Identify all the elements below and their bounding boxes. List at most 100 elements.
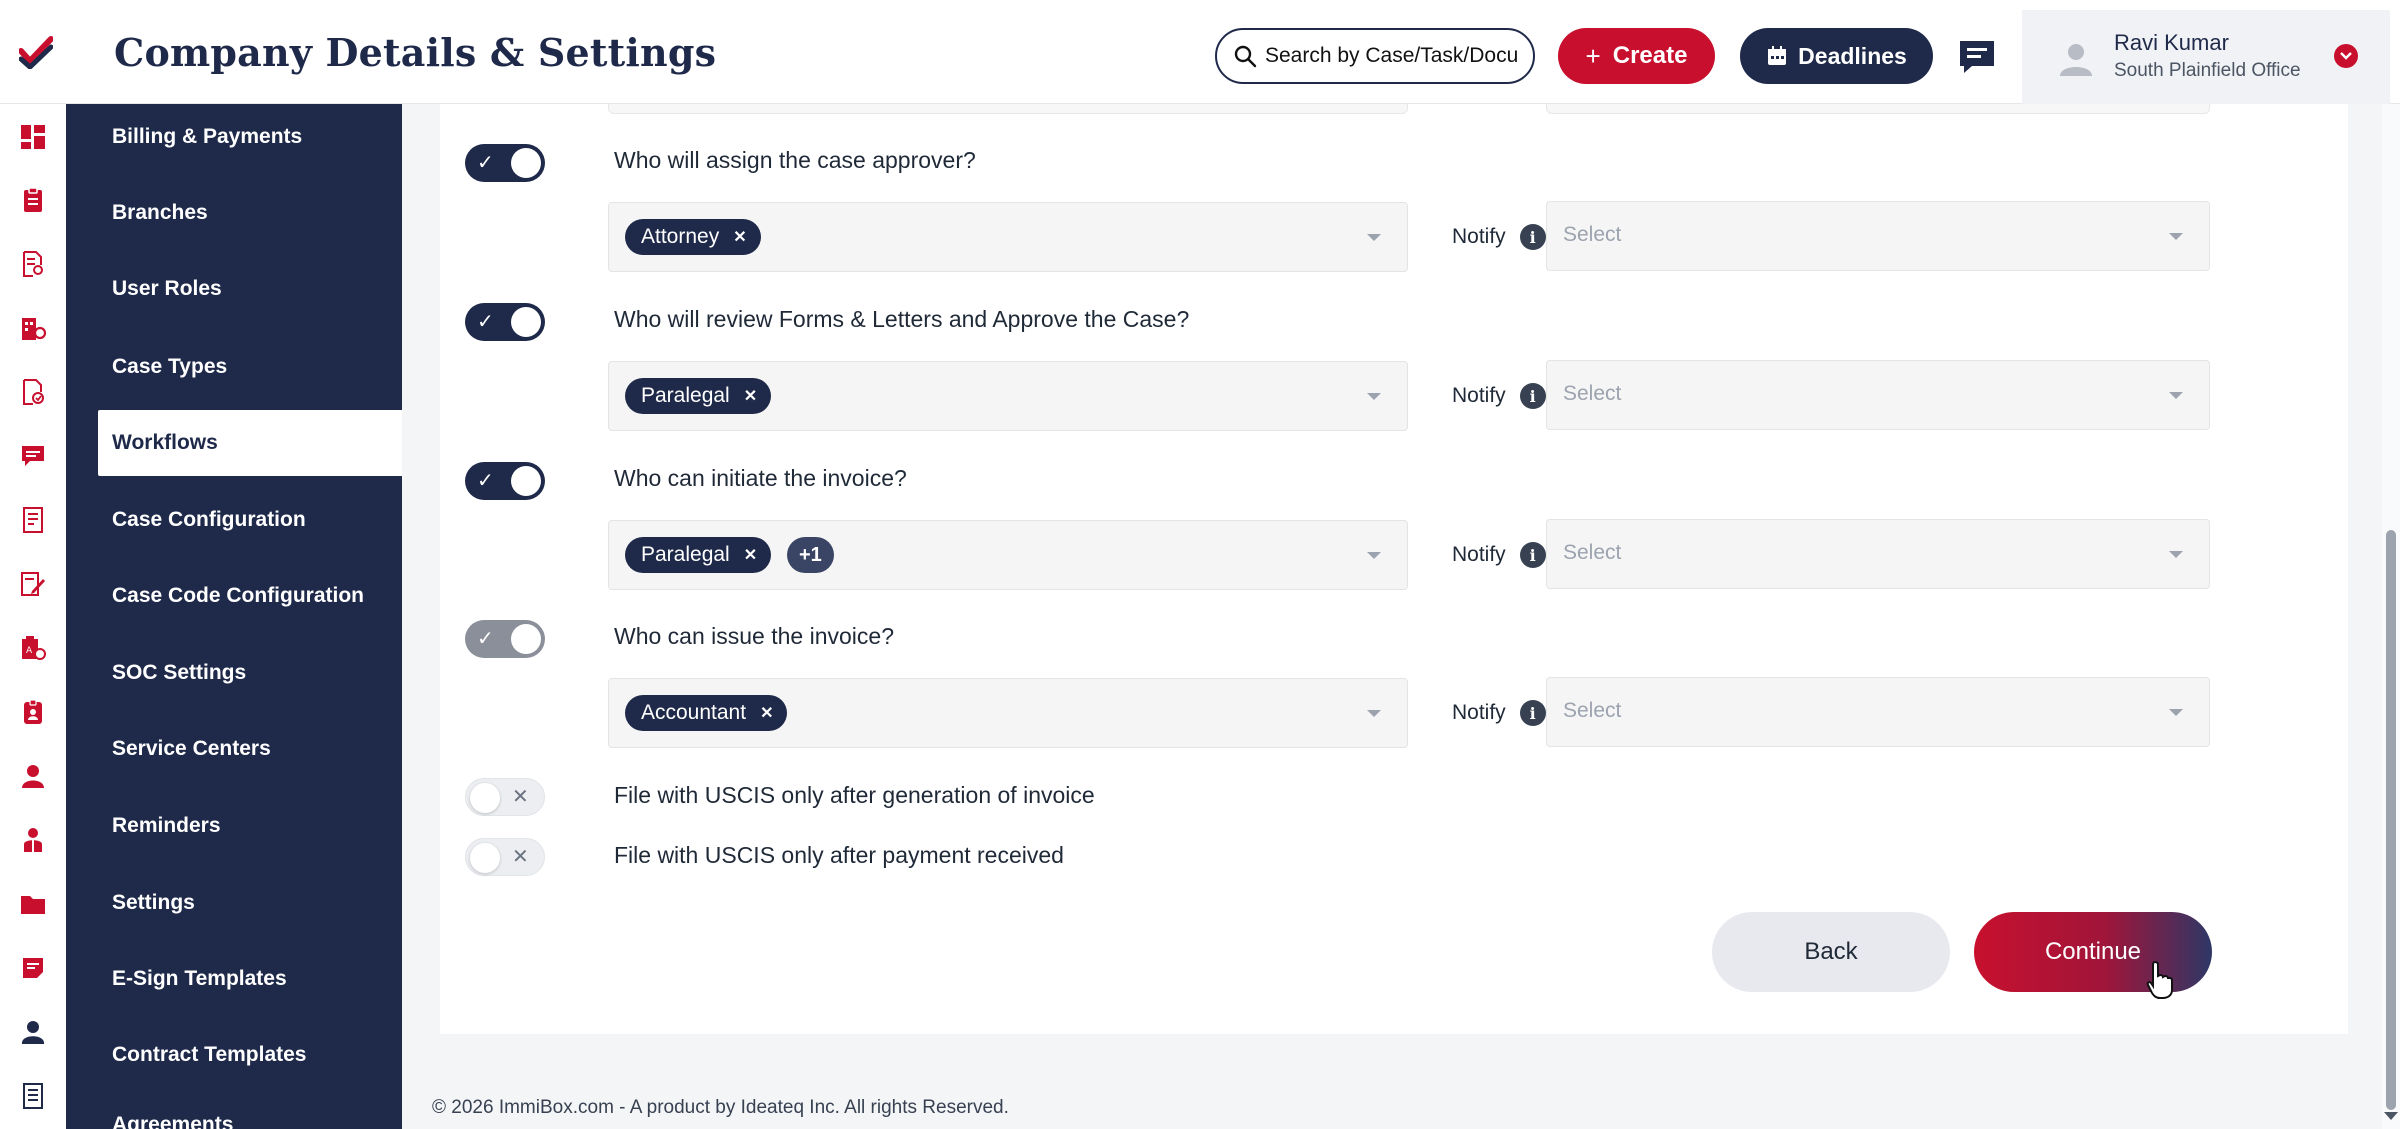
chevron-down-icon[interactable] xyxy=(2169,551,2183,558)
notify-select[interactable]: Select xyxy=(1546,360,2210,430)
scroll-down-arrow-icon[interactable] xyxy=(2384,1112,2398,1120)
option-label: File with USCIS only after generation of… xyxy=(614,782,1095,808)
logo-icon xyxy=(19,36,53,69)
question-label: Who will review Forms & Letters and Appr… xyxy=(614,306,1190,332)
info-icon[interactable]: i xyxy=(1519,700,1546,726)
toggle-initiate-invoice[interactable]: ✓ xyxy=(465,462,545,500)
chip-label: Paralegal xyxy=(641,384,730,407)
sidebar-item-user-roles[interactable]: User Roles xyxy=(66,256,402,322)
chevron-down-icon[interactable] xyxy=(1367,393,1381,400)
toggle-issue-invoice[interactable]: ✓ xyxy=(465,620,545,658)
sidebar-item-label: Case Types xyxy=(112,355,228,378)
roles-multiselect[interactable]: Attorney ✕ xyxy=(608,202,1408,272)
chevron-down-icon[interactable] xyxy=(1367,552,1381,559)
sidebar-item-esign-templates[interactable]: E-Sign Templates xyxy=(66,946,402,1012)
report-icon[interactable] xyxy=(19,506,47,534)
toggle-file-after-payment[interactable]: ✕ xyxy=(465,838,545,876)
chevron-down-icon[interactable] xyxy=(2334,44,2358,68)
more-chips-badge[interactable]: +1 xyxy=(787,537,834,573)
notify-select[interactable]: Select xyxy=(1546,519,2210,589)
sidebar-item-label: Service Centers xyxy=(112,737,271,760)
toggle-assign-approver[interactable]: ✓ xyxy=(465,144,545,182)
sidebar-item-branches[interactable]: Branches xyxy=(66,180,402,246)
search-input[interactable] xyxy=(1265,44,1520,68)
role-chip[interactable]: Paralegal ✕ xyxy=(625,378,772,414)
chevron-down-icon[interactable] xyxy=(2169,709,2183,716)
workflow-card: ✓ Who will assign the case approver? Att… xyxy=(440,104,2348,1034)
user-menu[interactable]: Ravi Kumar South Plainfield Office xyxy=(2022,10,2390,104)
remove-icon[interactable]: ✕ xyxy=(760,703,773,723)
notify-label: Notify i xyxy=(1452,224,1546,250)
clipboard-icon[interactable] xyxy=(19,186,47,214)
select-placeholder: Select xyxy=(1563,223,1622,246)
sidebar-item-label: Billing & Payments xyxy=(112,125,303,148)
sidebar-item-reminders[interactable]: Reminders xyxy=(66,793,402,859)
sidebar-item-workflows[interactable]: Workflows xyxy=(98,410,402,476)
close-icon: ✕ xyxy=(512,846,529,868)
document-check-icon[interactable] xyxy=(19,378,47,406)
sidebar-item-label: Branches xyxy=(112,201,208,224)
sidebar-item-service-centers[interactable]: Service Centers xyxy=(66,716,402,782)
person-icon[interactable] xyxy=(19,826,47,854)
roles-multiselect[interactable]: Paralegal ✕ +1 xyxy=(608,520,1408,590)
search-icon xyxy=(1234,45,1257,68)
document-search-icon[interactable] xyxy=(19,250,47,278)
chat-icon[interactable] xyxy=(19,442,47,470)
check-icon: ✓ xyxy=(477,470,494,492)
notify-select[interactable]: Select xyxy=(1546,201,2210,271)
deadlines-button[interactable]: Deadlines xyxy=(1740,28,1933,84)
sidebar-item-label: Reminders xyxy=(112,814,221,837)
chevron-down-icon[interactable] xyxy=(1367,234,1381,241)
search-box[interactable] xyxy=(1215,28,1535,84)
question-label: Who can initiate the invoice? xyxy=(614,465,907,491)
dashboard-icon[interactable] xyxy=(19,123,47,151)
sidebar-item-case-types[interactable]: Case Types xyxy=(66,334,402,400)
folder-icon[interactable] xyxy=(19,890,47,918)
sidebar-item-soc-settings[interactable]: SOC Settings xyxy=(66,640,402,706)
note-icon[interactable] xyxy=(19,954,47,982)
back-button[interactable]: Back xyxy=(1712,912,1950,992)
create-button[interactable]: + Create xyxy=(1558,28,1715,84)
info-icon[interactable]: i xyxy=(1519,383,1546,409)
remove-icon[interactable]: ✕ xyxy=(744,545,757,565)
remove-icon[interactable]: ✕ xyxy=(744,386,757,406)
sidebar-item-contract-templates[interactable]: Contract Templates xyxy=(66,1022,402,1088)
scrollbar-thumb[interactable] xyxy=(2386,530,2396,1110)
footer-text: © 2026 ImmiBox.com - A product by Ideate… xyxy=(432,1097,1009,1118)
sidebar-item-billing-payments[interactable]: Billing & Payments xyxy=(66,104,402,170)
building-icon[interactable] xyxy=(19,314,47,342)
roles-multiselect[interactable]: Paralegal ✕ xyxy=(608,361,1408,431)
chevron-down-icon[interactable] xyxy=(1367,710,1381,717)
notify-label: Notify i xyxy=(1452,383,1546,409)
sidebar-item-case-code-configuration[interactable]: Case Code Configuration xyxy=(66,563,402,629)
role-chip[interactable]: Accountant ✕ xyxy=(625,695,788,731)
sidebar-item-settings[interactable]: Settings xyxy=(66,870,402,936)
question-label: Who will assign the case approver? xyxy=(614,147,976,173)
create-button-label: Create xyxy=(1612,42,1688,69)
user-icon[interactable] xyxy=(19,762,47,790)
forms-icon[interactable]: A xyxy=(19,634,47,662)
info-icon[interactable]: i xyxy=(1519,542,1546,568)
app-logo[interactable] xyxy=(0,0,72,104)
notify-label: Notify i xyxy=(1452,542,1546,568)
previous-field[interactable] xyxy=(608,104,1408,114)
sidebar-item-agreements[interactable]: Agreements xyxy=(66,1092,402,1129)
previous-notify-field[interactable] xyxy=(1546,104,2210,114)
remove-icon[interactable]: ✕ xyxy=(733,227,746,247)
messages-button[interactable] xyxy=(1955,38,1999,76)
info-icon[interactable]: i xyxy=(1519,224,1546,250)
profile-icon[interactable] xyxy=(19,1018,47,1046)
continue-button[interactable]: Continue xyxy=(1974,912,2212,992)
chevron-down-icon[interactable] xyxy=(2169,233,2183,240)
sidebar-item-case-configuration[interactable]: Case Configuration xyxy=(66,487,402,553)
chevron-down-icon[interactable] xyxy=(2169,392,2183,399)
edit-document-icon[interactable] xyxy=(19,570,47,598)
file-icon[interactable] xyxy=(19,1082,47,1110)
toggle-review-forms[interactable]: ✓ xyxy=(465,303,545,341)
role-chip[interactable]: Attorney ✕ xyxy=(625,219,761,255)
roles-multiselect[interactable]: Accountant ✕ xyxy=(608,678,1408,748)
toggle-file-after-invoice[interactable]: ✕ xyxy=(465,778,545,816)
badge-icon[interactable] xyxy=(19,698,47,726)
notify-select[interactable]: Select xyxy=(1546,677,2210,747)
role-chip[interactable]: Paralegal ✕ xyxy=(625,537,772,573)
